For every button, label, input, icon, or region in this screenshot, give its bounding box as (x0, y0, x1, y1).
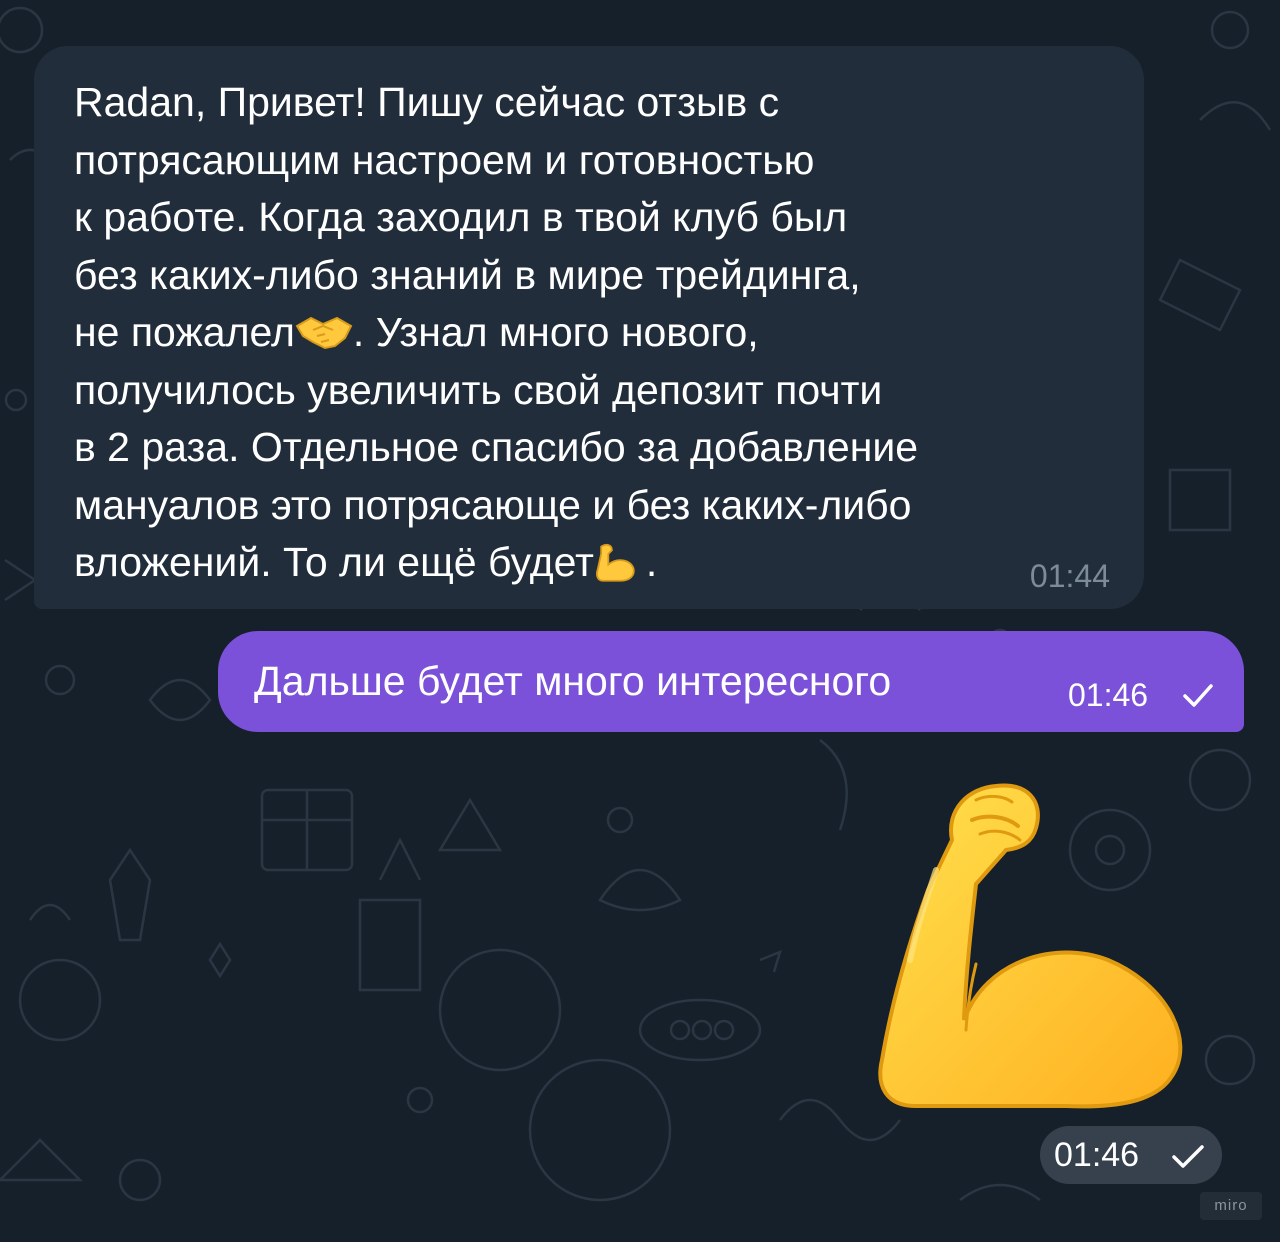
incoming-message-bubble[interactable]: Radan, Привет! Пишу сейчас отзыв с потря… (34, 46, 1144, 609)
outgoing-message-time: 01:46 (1068, 677, 1149, 713)
sent-check-icon (1172, 1145, 1204, 1168)
sticker-time-badge: 01:46 (1040, 1126, 1222, 1184)
incoming-message-time: 01:44 (1029, 558, 1110, 594)
incoming-message-text: Radan, Привет! Пишу сейчас отзыв с потря… (74, 74, 1114, 592)
flexed-biceps-sticker-icon[interactable] (876, 780, 1192, 1110)
sent-check-icon (1183, 684, 1213, 707)
sticker-time: 01:46 (1054, 1136, 1140, 1174)
message-text-segment-3: . (645, 539, 658, 585)
miro-watermark: miro (1200, 1192, 1262, 1220)
outgoing-message-bubble[interactable]: Дальше будет много интересного 01:46 (218, 631, 1244, 732)
flexed-biceps-emoji-icon (595, 543, 635, 582)
handshake-emoji-icon (295, 316, 353, 350)
outgoing-message-text: Дальше будет много интересного (254, 658, 892, 704)
